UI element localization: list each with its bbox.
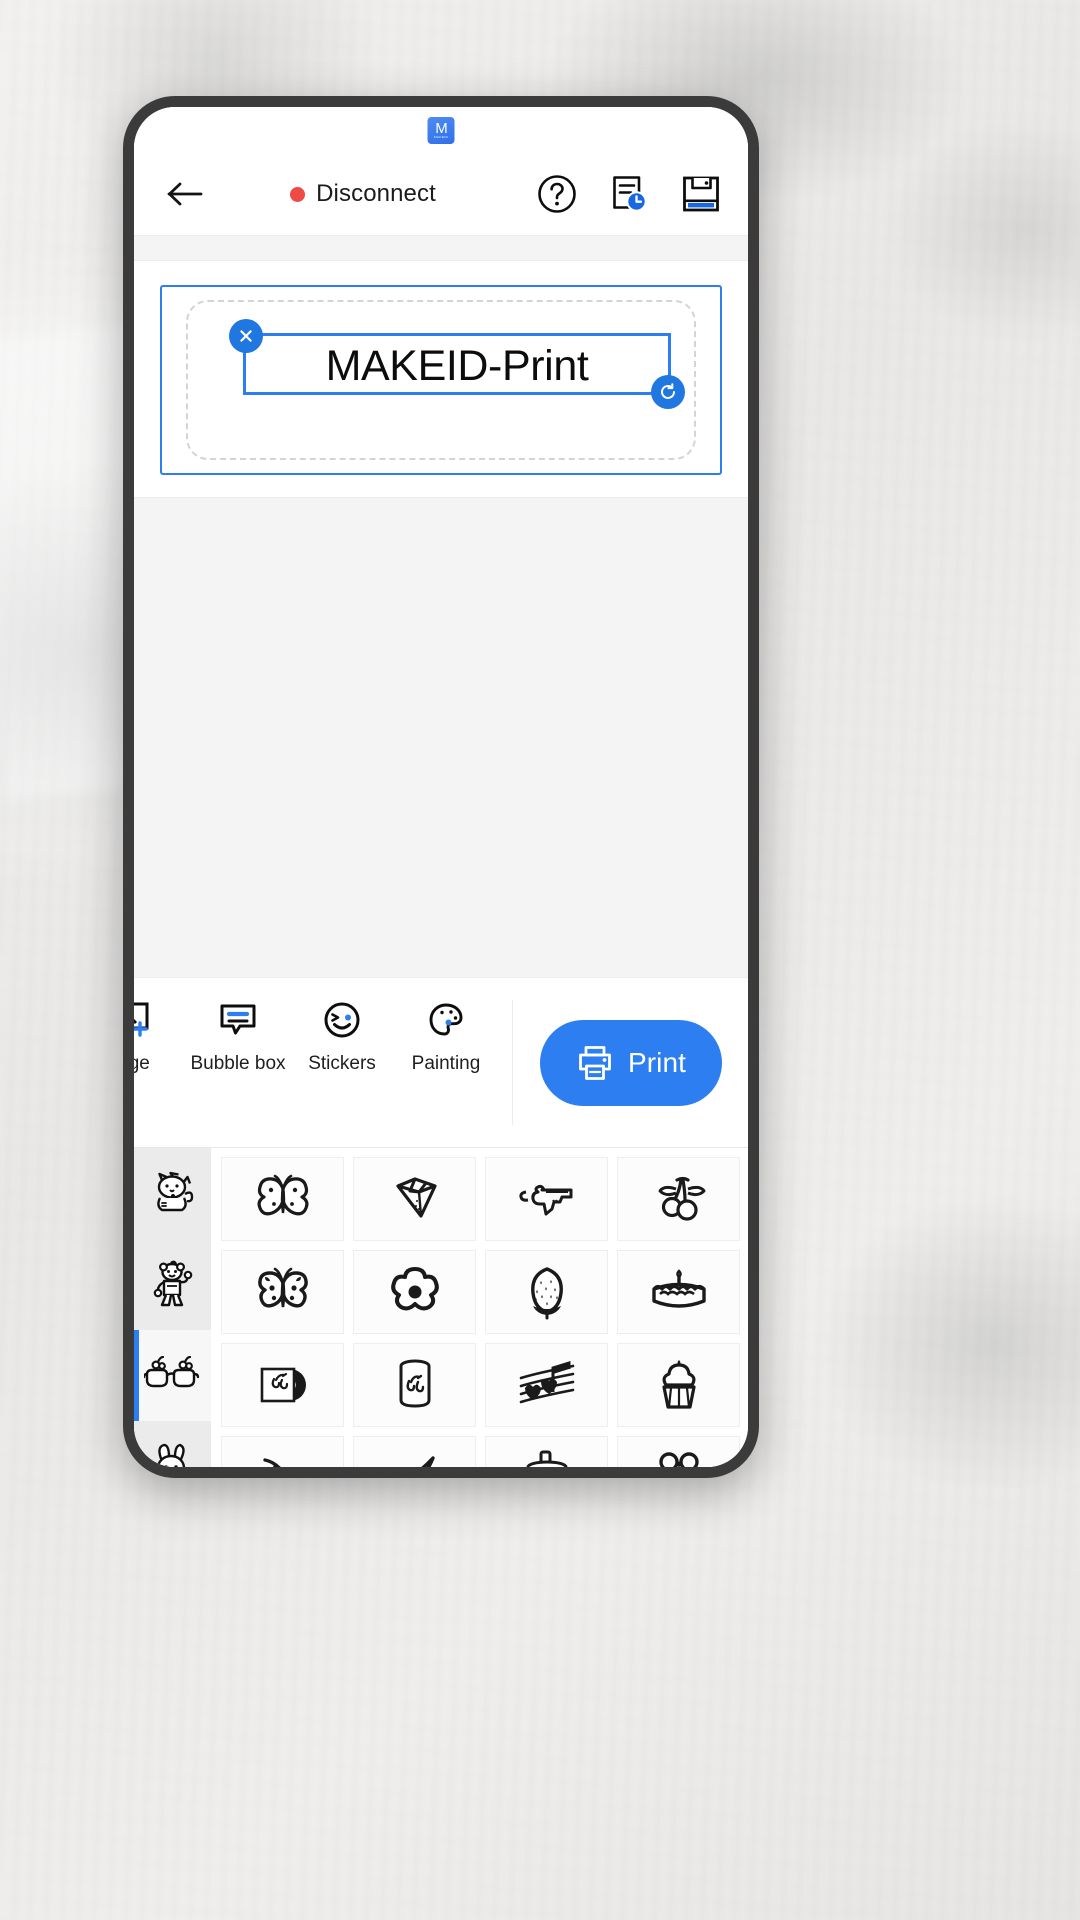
sticker-cell[interactable]	[353, 1343, 476, 1427]
history-icon	[613, 176, 647, 212]
gift-bow-icon	[658, 1452, 699, 1467]
empty-workspace[interactable]	[134, 497, 748, 977]
sticker-cell[interactable]	[353, 1157, 476, 1241]
sticker-cell[interactable]	[353, 1436, 476, 1467]
music-notes-hearts-icon	[519, 1360, 574, 1404]
print-button[interactable]: Print	[539, 1019, 722, 1106]
cherries-icon	[658, 1176, 705, 1221]
butterfly-filled-icon	[257, 1267, 308, 1308]
tool-strip: age Bubble box	[134, 977, 748, 1147]
strawberry-icon	[530, 1267, 563, 1320]
app-logo-letter: M	[435, 119, 447, 137]
tool-image-label: age	[134, 1053, 150, 1074]
sticker-cell[interactable]	[485, 1436, 608, 1467]
sticker-category-bear[interactable]	[134, 1239, 211, 1330]
sticker-cell[interactable]	[221, 1250, 344, 1334]
text-object-value: MAKEID-Print	[325, 341, 589, 390]
tool-stickers-label: Stickers	[308, 1053, 376, 1074]
sticker-panel	[134, 1147, 748, 1467]
bunny-icon	[156, 1443, 185, 1467]
sticker-cell[interactable]	[617, 1250, 740, 1334]
tool-bubble-box[interactable]: Bubble box	[186, 998, 290, 1075]
sticker-cell[interactable]	[617, 1157, 740, 1241]
header-icon-group	[534, 171, 724, 217]
cherry-branch-icon	[262, 1458, 281, 1467]
birthday-cake-icon	[651, 1269, 706, 1308]
bear-icon	[153, 1260, 192, 1306]
rotate-object-handle[interactable]	[651, 375, 685, 409]
sticker-category-rail[interactable]	[134, 1148, 211, 1467]
sticker-category-bunny[interactable]	[134, 1421, 211, 1467]
bubble-tea-icon	[526, 1450, 567, 1467]
pistol-icon	[518, 1184, 572, 1216]
sticker-cell[interactable]	[353, 1250, 476, 1334]
phone-frame: M MAKEID Disconnect MAKEID-Print e Bubbl…	[123, 96, 759, 1478]
connection-status-dot	[290, 186, 306, 202]
sticker-category-lucky-cat[interactable]	[134, 1148, 211, 1239]
save-button[interactable]	[678, 171, 724, 217]
butterfly-outline-icon	[257, 1174, 308, 1216]
history-button[interactable]	[606, 171, 652, 217]
phone-screen: M MAKEID Disconnect MAKEID-Print e Bubbl…	[134, 107, 748, 1467]
sticker-face-icon	[322, 998, 362, 1042]
delete-object-handle[interactable]	[229, 319, 263, 353]
save-icon	[683, 176, 719, 212]
status-bar: M MAKEID	[134, 107, 748, 153]
palette-icon	[426, 998, 466, 1042]
label-canvas-area: MAKEID-Print	[134, 261, 748, 497]
tool-painting-label: Painting	[411, 1053, 481, 1074]
label-card[interactable]: MAKEID-Print	[160, 285, 722, 475]
rotate-icon	[661, 383, 675, 399]
diamond-icon	[395, 1177, 437, 1218]
sticker-cell[interactable]	[221, 1436, 344, 1467]
sticker-cell[interactable]	[485, 1157, 608, 1241]
sticker-grid[interactable]	[211, 1148, 748, 1467]
connection-status[interactable]: Disconnect	[198, 180, 528, 208]
connection-status-label: Disconnect	[316, 180, 436, 207]
bubble-box-icon	[218, 998, 258, 1042]
flower-icon	[390, 1267, 439, 1311]
soda-can-icon	[399, 1359, 430, 1408]
app-logo-badge: M MAKEID	[427, 117, 455, 144]
sticker-cell[interactable]	[221, 1343, 344, 1427]
sticker-cell[interactable]	[617, 1436, 740, 1467]
print-button-label: Print	[627, 1046, 687, 1078]
close-icon	[240, 330, 252, 342]
tool-stickers[interactable]: Stickers	[290, 998, 394, 1075]
sticker-cell[interactable]	[485, 1250, 608, 1334]
sticker-cell[interactable]	[221, 1157, 344, 1241]
wing-icon	[420, 1456, 435, 1467]
tool-image[interactable]: age	[134, 998, 186, 1075]
tool-bubble-box-label: Bubble box	[190, 1053, 286, 1074]
printer-icon	[579, 1045, 611, 1080]
app-header: Disconnect	[134, 153, 748, 235]
glasses-icon	[143, 1355, 199, 1387]
tool-strip-scroller[interactable]: age Bubble box	[134, 978, 498, 1147]
header-divider	[134, 235, 748, 261]
lucky-cat-icon	[156, 1171, 193, 1211]
add-image-icon	[134, 998, 154, 1042]
help-icon	[538, 175, 576, 213]
cupcake-icon	[661, 1360, 696, 1409]
vinyl-record-icon	[260, 1367, 306, 1403]
tool-painting[interactable]: Painting	[394, 998, 498, 1075]
print-button-container: Print	[513, 978, 748, 1147]
text-object[interactable]: MAKEID-Print	[229, 319, 685, 409]
sticker-cell[interactable]	[485, 1343, 608, 1427]
sticker-cell[interactable]	[617, 1343, 740, 1427]
app-logo-subtext: MAKEID	[433, 135, 449, 139]
sticker-category-glasses[interactable]	[134, 1330, 211, 1421]
help-button[interactable]	[534, 171, 580, 217]
